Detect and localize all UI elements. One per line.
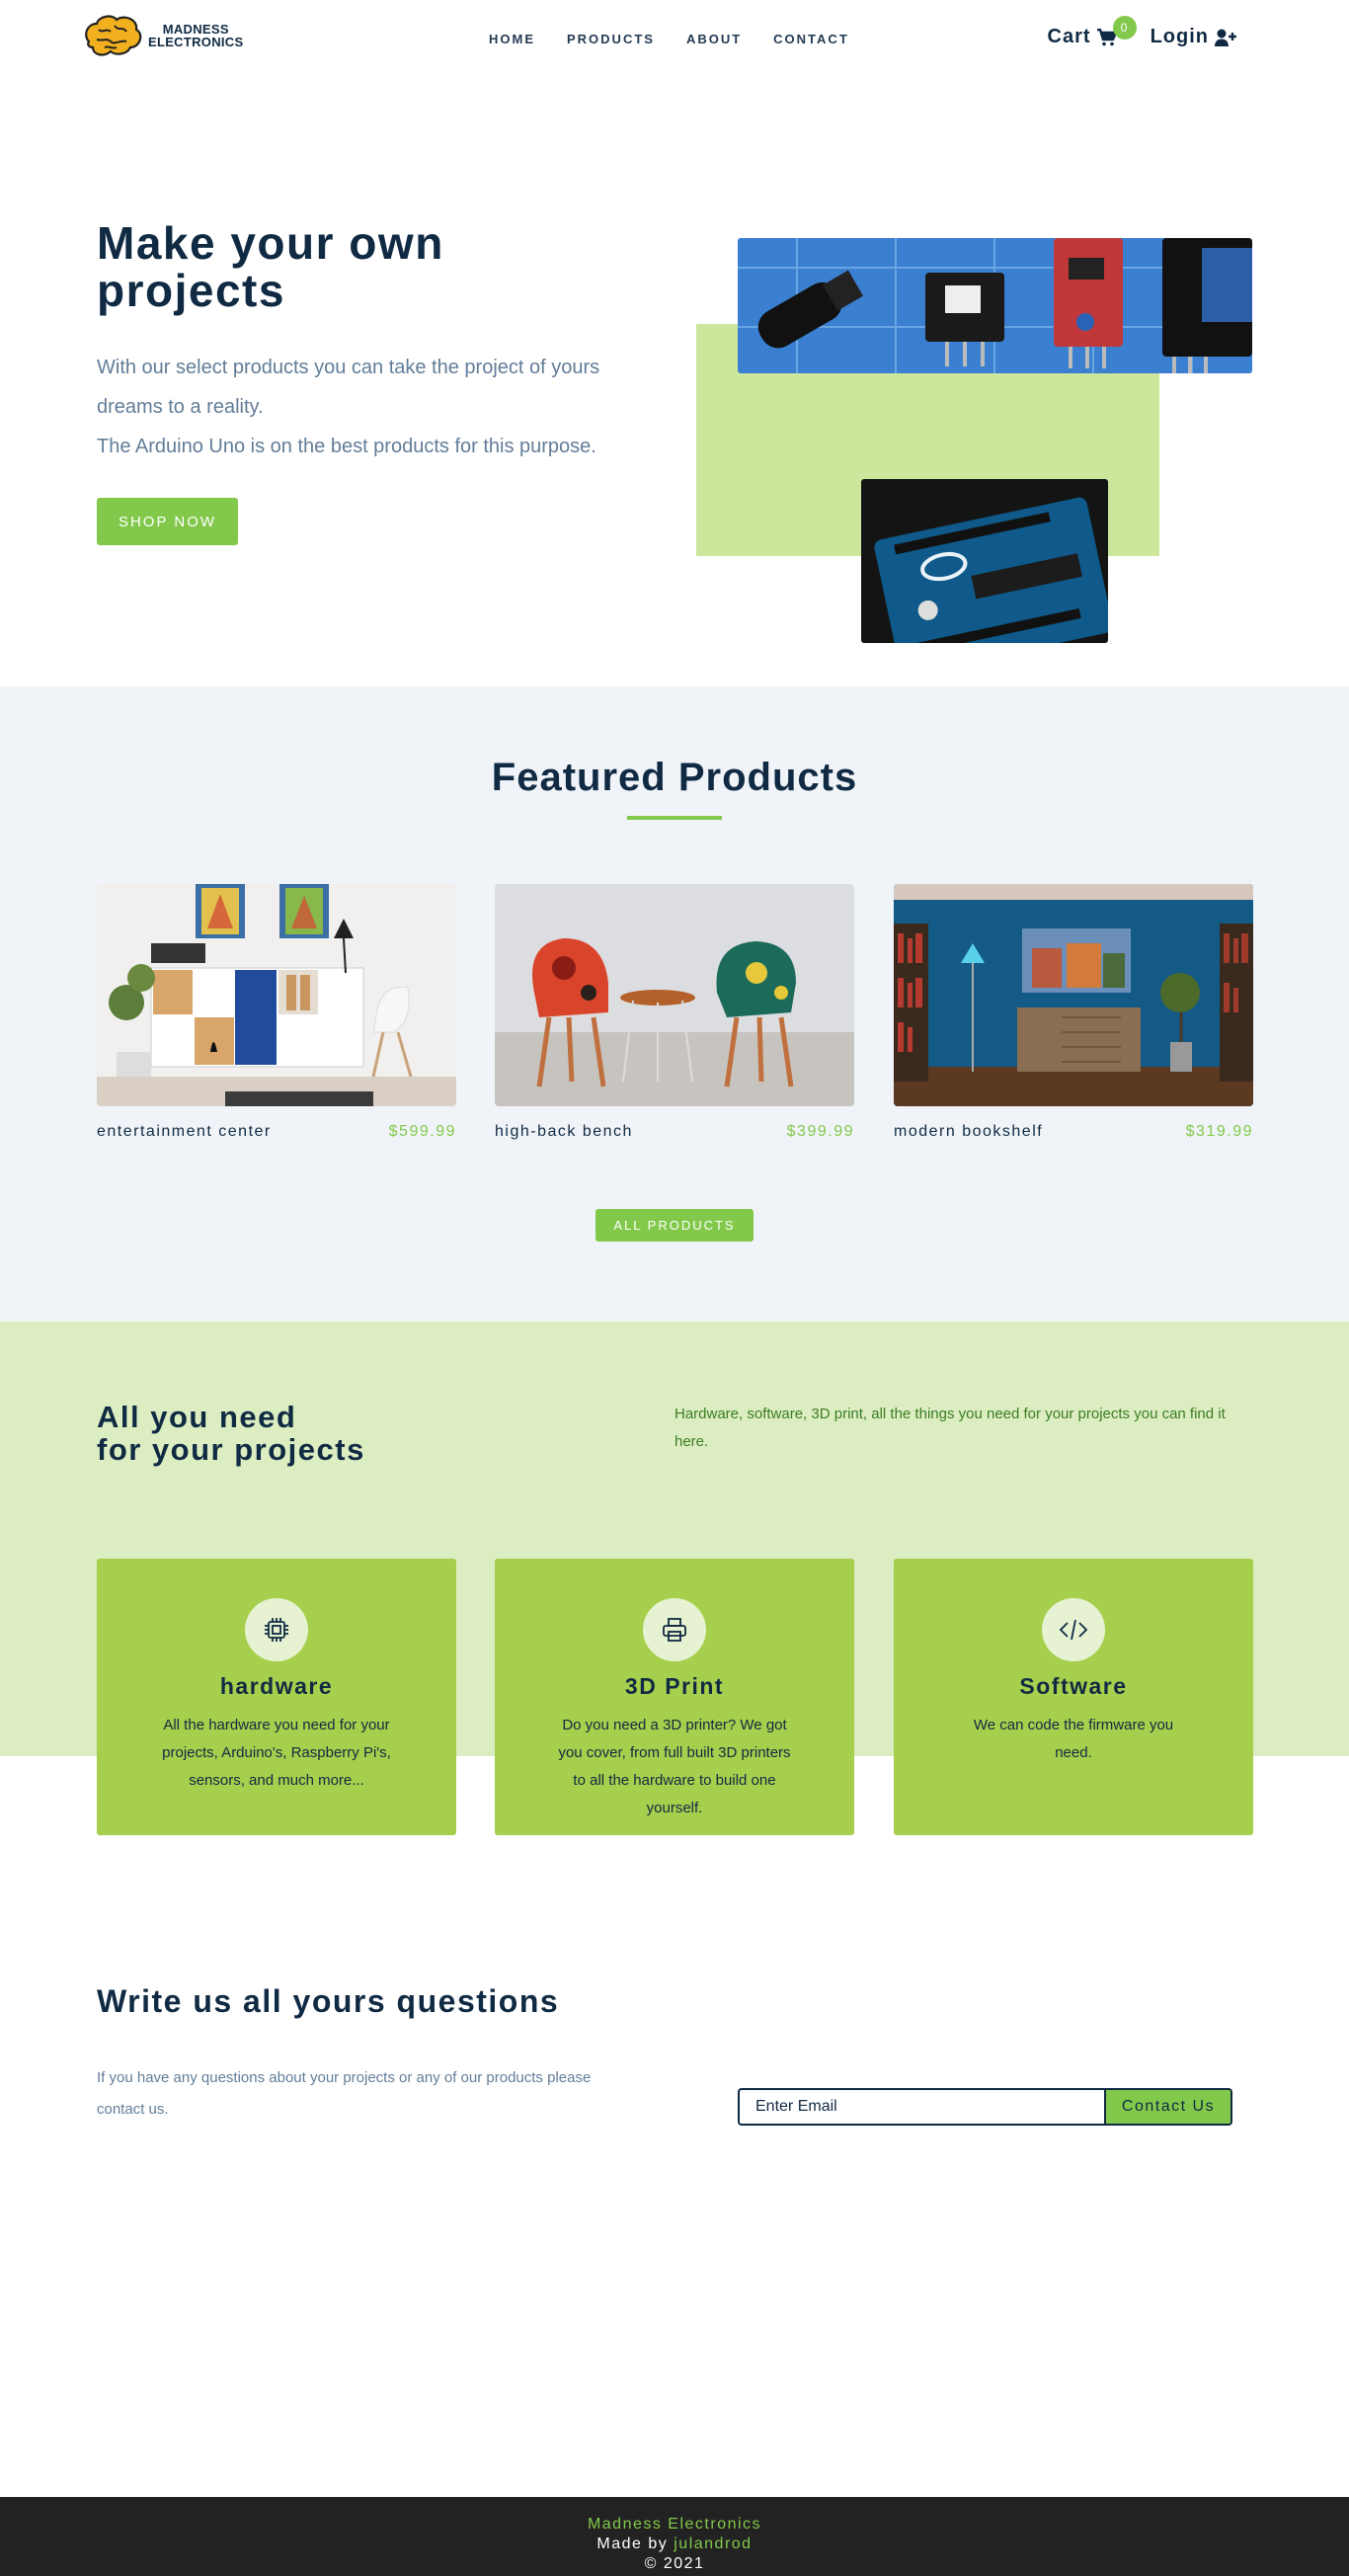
contact-us-button[interactable]: Contact Us	[1104, 2088, 1232, 2126]
product-card[interactable]: modern bookshelf $319.99	[894, 884, 1253, 1141]
product-name: high-back bench	[495, 1123, 633, 1140]
services-title-line-2: for your projects	[97, 1432, 365, 1467]
author-link[interactable]: julandrod	[674, 2536, 752, 2552]
arduino-uno-image	[861, 479, 1108, 643]
login-button[interactable]: Login	[1151, 26, 1236, 48]
product-price: $319.99	[1185, 1123, 1253, 1140]
contact-section: Write us all yours questions If you have…	[0, 1904, 1349, 2497]
service-card-software: Software We can code the firmware you ne…	[894, 1559, 1253, 1835]
cart-button[interactable]: Cart 0	[1047, 16, 1137, 48]
nav-actions: Cart 0 Login	[1047, 16, 1236, 48]
nav-home-link[interactable]: HOME	[489, 32, 535, 46]
featured-title: Featured Products	[491, 756, 858, 799]
product-name: modern bookshelf	[894, 1123, 1044, 1140]
footer-made-by: Made by	[596, 2536, 669, 2552]
services-description: Hardware, software, 3D print, all the th…	[674, 1406, 1226, 1450]
hero-title: Make your own projects	[97, 217, 444, 316]
login-label: Login	[1150, 26, 1209, 47]
title-underline	[627, 816, 722, 820]
featured-products-section: Featured Products entertainment center $…	[0, 686, 1349, 1322]
high-back-bench-image	[495, 884, 854, 1106]
hero-description: With our select products you can take th…	[97, 348, 630, 466]
contact-description: If you have any questions about your pro…	[97, 2069, 592, 2118]
cart-label: Cart	[1047, 26, 1091, 47]
services-title-line-1: All you need	[97, 1400, 297, 1434]
brain-logo-icon	[85, 15, 142, 56]
hero-section: Make your own projects With our select p…	[0, 79, 1349, 686]
service-text: All the hardware you need for your proje…	[162, 1717, 391, 1789]
entertainment-center-image	[97, 884, 456, 1106]
service-text: We can code the firmware you need.	[973, 1717, 1174, 1761]
nav-links: HOME PRODUCTS ABOUT CONTACT	[489, 32, 849, 46]
service-card-3d-print: 3D Print Do you need a 3D printer? We go…	[495, 1559, 854, 1835]
hero-text-1: With our select products you can take th…	[97, 357, 600, 418]
brand-line-2: ELECTRONICS	[148, 35, 244, 49]
footer-brand: Madness Electronics	[587, 2516, 762, 2533]
hero-text-2: The Arduino Uno is on the best products …	[97, 436, 596, 457]
footer-copyright: © 2021	[644, 2555, 705, 2572]
brand-logo[interactable]: MADNESS ELECTRONICS	[81, 12, 243, 59]
product-card[interactable]: high-back bench $399.99	[495, 884, 854, 1141]
service-card-hardware: hardware All the hardware you need for y…	[97, 1559, 456, 1835]
brand-name: MADNESS ELECTRONICS	[148, 23, 243, 48]
service-title: hardware	[219, 1673, 334, 1699]
contact-title: Write us all yours questions	[97, 1983, 560, 2019]
contact-form: Contact Us	[738, 2088, 1232, 2126]
printer-icon	[643, 1598, 706, 1661]
footer: Madness Electronics Made by julandrod © …	[0, 2497, 1349, 2576]
footer-credit: Made by julandrod	[0, 2535, 1349, 2554]
email-input[interactable]	[738, 2088, 1104, 2126]
product-name: entertainment center	[97, 1123, 272, 1140]
nav-contact-link[interactable]: CONTACT	[773, 32, 849, 46]
cart-count-badge: 0	[1112, 16, 1137, 40]
services-section: All you need for your projects Hardware,…	[0, 1322, 1349, 1904]
modern-bookshelf-image	[894, 884, 1253, 1106]
sensor-modules-image	[738, 238, 1252, 373]
service-title: 3D Print	[624, 1673, 725, 1699]
code-icon	[1042, 1598, 1105, 1661]
shop-now-button[interactable]: SHOP NOW	[97, 498, 238, 545]
product-price: $599.99	[388, 1123, 456, 1140]
user-plus-icon	[1215, 29, 1236, 46]
service-text: Do you need a 3D printer? We got you cov…	[558, 1717, 791, 1816]
product-card[interactable]: entertainment center $599.99	[97, 884, 456, 1141]
nav-products-link[interactable]: PRODUCTS	[567, 32, 655, 46]
chip-icon	[245, 1598, 308, 1661]
navbar: MADNESS ELECTRONICS HOME PRODUCTS ABOUT …	[0, 0, 1349, 79]
product-info: modern bookshelf $319.99	[894, 1123, 1253, 1141]
service-title: Software	[1019, 1673, 1128, 1699]
product-price: $399.99	[786, 1123, 854, 1140]
all-products-button[interactable]: ALL PRODUCTS	[595, 1209, 754, 1242]
nav-about-link[interactable]: ABOUT	[686, 32, 742, 46]
services-title: All you need for your projects	[97, 1401, 365, 1466]
product-info: high-back bench $399.99	[495, 1123, 854, 1141]
product-info: entertainment center $599.99	[97, 1123, 456, 1141]
